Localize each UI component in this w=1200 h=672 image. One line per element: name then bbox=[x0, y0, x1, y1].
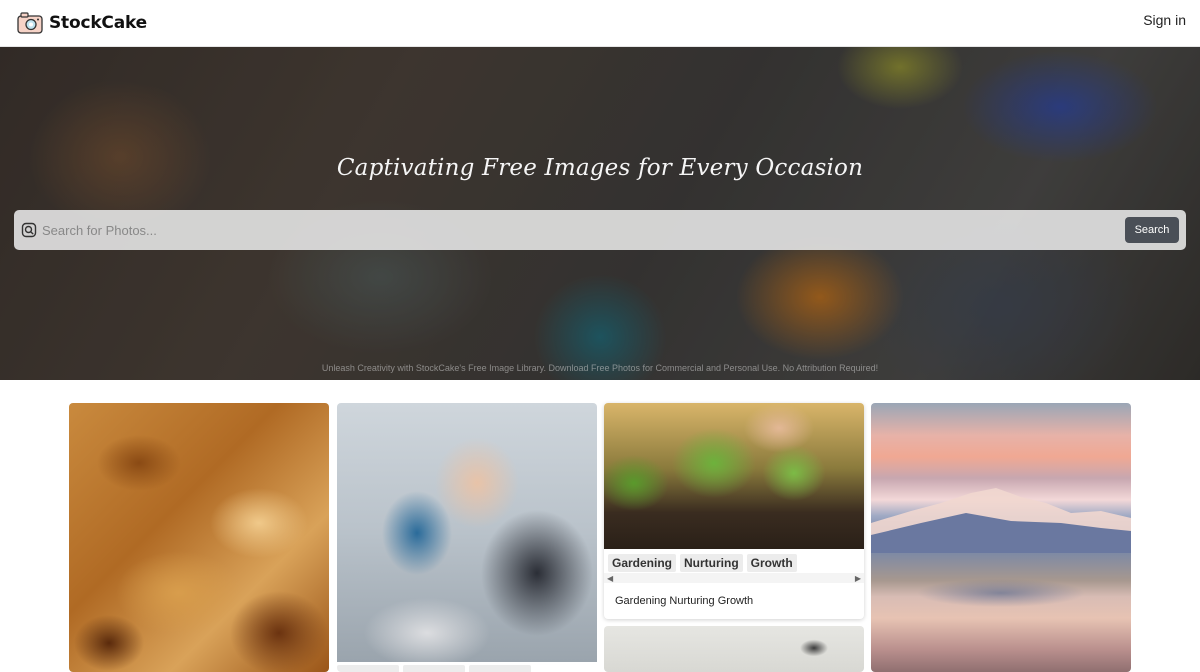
hero-title: Captivating Free Images for Every Occasi… bbox=[336, 155, 864, 181]
photo-card-bread[interactable] bbox=[69, 403, 329, 672]
tag-row-partial bbox=[337, 665, 531, 672]
scroll-right-icon[interactable]: ▶ bbox=[855, 574, 861, 583]
hero-banner: Captivating Free Images for Every Occasi… bbox=[0, 47, 1200, 380]
hero-subtitle: Unleash Creativity with StockCake's Free… bbox=[321, 363, 879, 373]
photo-card-medical[interactable] bbox=[337, 403, 597, 672]
search-input[interactable] bbox=[42, 222, 1125, 238]
camera-logo-icon bbox=[17, 12, 43, 34]
tag-placeholder bbox=[469, 665, 531, 672]
tag-growth[interactable]: Growth bbox=[746, 554, 797, 572]
search-bar: Search bbox=[14, 210, 1186, 250]
tag-placeholder bbox=[403, 665, 465, 672]
tag-row: Gardening Nurturing Growth bbox=[608, 554, 797, 572]
tag-nurturing[interactable]: Nurturing bbox=[680, 554, 743, 572]
logo[interactable]: StockCake bbox=[17, 11, 147, 35]
mountain-shape bbox=[871, 488, 1131, 553]
tag-gardening[interactable]: Gardening bbox=[608, 554, 677, 572]
tag-scrollbar[interactable] bbox=[604, 573, 864, 583]
photo-card-gardening[interactable]: Gardening Nurturing Growth ◀ ▶ Gardening… bbox=[604, 403, 864, 619]
photo-card-mountain[interactable] bbox=[871, 403, 1131, 672]
search-icon bbox=[21, 222, 37, 238]
tag-placeholder bbox=[337, 665, 399, 672]
brand-name: StockCake bbox=[49, 13, 147, 33]
photo-image[interactable] bbox=[604, 403, 864, 549]
sign-in-link[interactable]: Sign in bbox=[1143, 12, 1186, 28]
photo-card-kitchen[interactable] bbox=[604, 626, 864, 672]
photo-caption: Gardening Nurturing Growth bbox=[615, 595, 754, 607]
scroll-left-icon[interactable]: ◀ bbox=[607, 574, 613, 583]
site-header: StockCake Sign in bbox=[0, 0, 1200, 47]
photo-image[interactable] bbox=[337, 403, 597, 662]
search-button[interactable]: Search bbox=[1125, 217, 1179, 243]
